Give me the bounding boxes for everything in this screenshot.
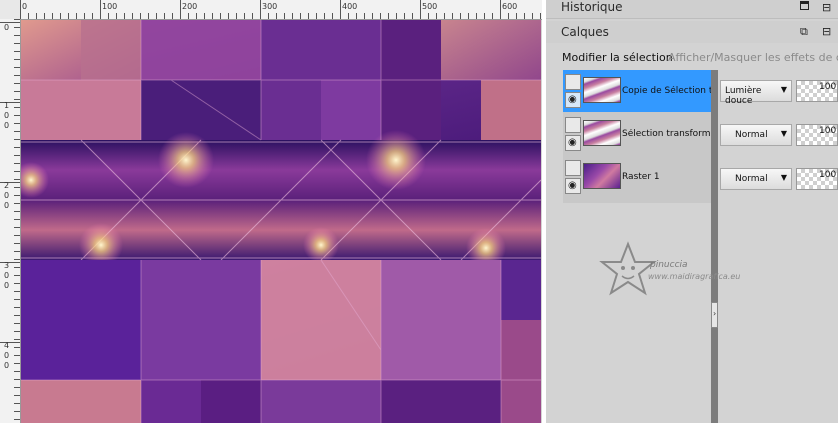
ruler-tick xyxy=(0,262,20,263)
image-canvas[interactable] xyxy=(21,20,541,423)
layer-thumbnail xyxy=(583,120,621,146)
ruler-label: 0 xyxy=(22,2,28,11)
ruler-label: 0 xyxy=(4,361,10,370)
ruler-label: 1 xyxy=(4,101,10,110)
history-panel-header: Historique ⊟ xyxy=(546,0,838,19)
ruler-tick xyxy=(0,102,20,103)
layer-name[interactable]: Sélection transformée xyxy=(622,129,712,139)
blend-mode-select[interactable]: Normal ▼ xyxy=(720,124,792,146)
blend-mode-select[interactable]: Lumière douce ▼ xyxy=(720,80,792,106)
opacity-field[interactable]: 100 xyxy=(796,168,838,190)
ruler-label: 0 xyxy=(4,281,10,290)
ruler-label: 300 xyxy=(262,2,278,11)
ruler-horizontal: 0 100 200 300 400 500 600 xyxy=(20,0,545,20)
blend-mode-select[interactable]: Normal ▼ xyxy=(720,168,792,190)
eye-icon[interactable]: ◉ xyxy=(565,135,581,151)
eye-icon[interactable]: ◉ xyxy=(565,178,581,194)
pin-icon[interactable]: ⊟ xyxy=(822,25,831,38)
blend-mode-value: Normal xyxy=(735,130,768,140)
watermark-url: www.maidiragrafica.eu xyxy=(648,272,741,281)
layer-row[interactable]: ◉ Sélection transformée xyxy=(563,113,713,155)
ruler-label: 0 xyxy=(4,111,10,120)
ruler-label: 500 xyxy=(422,2,438,11)
ruler-label: 100 xyxy=(102,2,118,11)
ruler-label: 2 xyxy=(4,181,10,190)
layer-row[interactable]: ◉ Raster 1 xyxy=(563,156,713,198)
ruler-tick xyxy=(0,22,20,23)
ruler-label: 200 xyxy=(182,2,198,11)
layer-group-icon[interactable] xyxy=(565,160,581,176)
ruler-label: 0 xyxy=(4,351,10,360)
ruler-corner xyxy=(0,0,21,20)
splitter-grip[interactable]: › xyxy=(711,302,718,328)
opacity-field[interactable]: 100 xyxy=(796,80,838,102)
layers-panel-header: Calques ⧉ ⊟ xyxy=(546,21,838,43)
layer-name[interactable]: Copie de Sélection transformée xyxy=(622,86,712,96)
blend-mode-value: Normal xyxy=(735,174,768,184)
ruler-label: 0 xyxy=(4,271,10,280)
chevron-down-icon: ▼ xyxy=(780,85,787,94)
edit-selection-button[interactable]: Modifier la sélection xyxy=(562,51,673,64)
maximize-icon[interactable] xyxy=(800,1,809,10)
layer-name[interactable]: Raster 1 xyxy=(622,172,712,182)
ruler-label: 0 xyxy=(4,121,10,130)
ruler-tick xyxy=(0,182,20,183)
ruler-minor-ticks xyxy=(14,19,20,423)
layer-thumbnail xyxy=(583,77,621,103)
ruler-minor-ticks xyxy=(20,13,545,19)
watermark: pinuccia www.maidiragrafica.eu xyxy=(598,240,768,300)
opacity-value: 100 xyxy=(819,170,837,180)
watermark-author: pinuccia xyxy=(650,260,688,270)
eye-icon[interactable]: ◉ xyxy=(565,92,581,108)
layer-thumbnail xyxy=(583,163,621,189)
toggle-layer-effects-button[interactable]: Afficher/Masquer les effets de calques xyxy=(668,51,838,64)
layers-title: Calques xyxy=(561,25,609,39)
layer-group-icon[interactable] xyxy=(565,74,581,90)
ruler-label: 0 xyxy=(4,201,10,210)
star-mascot-icon xyxy=(599,241,657,296)
canvas-artwork xyxy=(21,20,541,423)
chevron-down-icon: ▼ xyxy=(780,129,787,138)
ruler-label: 3 xyxy=(4,261,10,270)
chevron-down-icon: ▼ xyxy=(780,173,787,182)
ruler-tick xyxy=(0,342,20,343)
ruler-label: 0 xyxy=(4,23,10,32)
history-title: Historique xyxy=(561,0,623,14)
layer-group-icon[interactable] xyxy=(565,117,581,133)
opacity-field[interactable]: 100 xyxy=(796,124,838,146)
opacity-value: 100 xyxy=(819,82,837,92)
ruler-label: 0 xyxy=(4,191,10,200)
ruler-label: 4 xyxy=(4,341,10,350)
float-icon[interactable]: ⧉ xyxy=(800,25,808,39)
opacity-value: 100 xyxy=(819,126,837,136)
layer-row[interactable]: ◉ Copie de Sélection transformée xyxy=(563,70,713,112)
ruler-label: 600 xyxy=(502,2,518,11)
ruler-vertical: 0 1 0 0 2 0 0 3 0 0 4 0 0 xyxy=(0,19,21,423)
pin-icon[interactable]: ⊟ xyxy=(822,1,831,14)
ruler-label: 400 xyxy=(342,2,358,11)
